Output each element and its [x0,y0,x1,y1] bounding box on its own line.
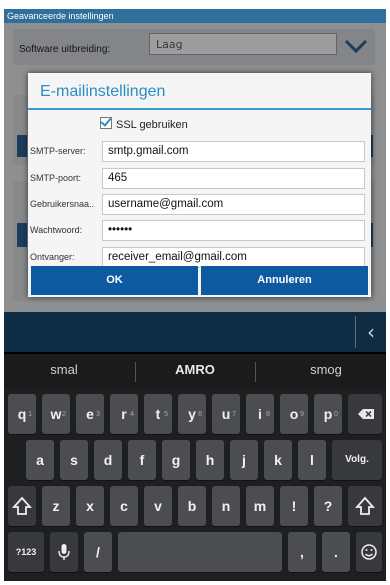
keyboard: 1q 2w 3e 4r 5t 6y 7u 8i 9o 0p a s d f g … [4,388,386,581]
key-label: w [50,406,62,422]
key-number: 2 [62,411,66,418]
key[interactable]: 2w [42,394,70,434]
suggestion-item[interactable]: AMRO [135,354,255,388]
key[interactable]: b [178,486,206,526]
key[interactable]: z [42,486,70,526]
smtp-port-field[interactable]: 465 [102,168,365,189]
key-number: 1 [28,411,32,418]
smtp-port-row: SMTP-poort: 465 [30,168,367,190]
key-label: u [221,406,231,422]
key[interactable]: 8i [246,394,274,434]
key[interactable]: 1q [8,394,36,434]
suggestion-bar: smal AMRO smog [4,354,386,388]
key[interactable]: 4r [110,394,138,434]
dialog-title: E-mailinstellingen [40,83,166,100]
key[interactable]: ? [314,486,342,526]
username-field[interactable]: username@gmail.com [102,194,365,215]
key-number: 5 [164,411,168,418]
cancel-button[interactable]: Annuleren [201,266,368,295]
smtp-server-row: SMTP-server: smtp.gmail.com [30,141,367,163]
smiley-icon [361,544,377,560]
smtp-server-field[interactable]: smtp.gmail.com [102,141,365,162]
ssl-label: SSL gebruiken [116,119,188,131]
key[interactable]: m [246,486,274,526]
key-number: 9 [300,411,304,418]
key[interactable]: 0p [314,394,342,434]
key[interactable]: h [196,440,224,480]
key-number: 0 [334,411,338,418]
space-bar[interactable] [118,532,282,572]
username-row: Gebruikersnaa.. username@gmail.com [30,194,367,216]
password-field[interactable]: •••••• [102,220,365,241]
key-label: y [188,406,196,422]
key[interactable]: x [76,486,104,526]
title-divider [28,108,371,110]
key[interactable]: s [60,440,88,480]
recipient-label: Ontvanger: [30,252,75,262]
screen-title: Geavanceerde instellingen [4,9,386,23]
key-number: 4 [130,411,134,418]
key-number: 6 [198,411,202,418]
key[interactable]: d [94,440,122,480]
key[interactable]: g [162,440,190,480]
key[interactable]: 3e [76,394,104,434]
key-label: i [258,406,262,422]
emoji-key[interactable] [356,532,382,572]
key[interactable]: f [128,440,156,480]
key-label: p [323,406,333,422]
slash-key[interactable]: / [84,532,112,572]
key[interactable]: j [230,440,258,480]
symbols-key[interactable]: ?123 [8,532,44,572]
key[interactable]: l [298,440,326,480]
shift-icon [11,496,33,515]
keyboard-input-bar: ‹ [4,312,386,352]
key-label: o [289,406,299,422]
backspace-key[interactable] [348,394,382,434]
key-number: 7 [232,411,236,418]
key[interactable]: v [144,486,172,526]
ssl-checkbox[interactable]: SSL gebruiken [100,117,188,131]
ok-button[interactable]: OK [31,266,198,295]
shift-icon [354,496,376,515]
key[interactable]: ! [280,486,308,526]
comma-key[interactable]: , [288,532,316,572]
backspace-icon [358,409,374,419]
recipient-field[interactable]: receiver_email@gmail.com [102,247,365,268]
smtp-server-label: SMTP-server: [30,146,86,156]
shift-key[interactable] [8,486,36,526]
key-number: 3 [96,411,100,418]
key-label: e [86,406,94,422]
app-frame: Geavanceerde instellingen Software uitbr… [4,9,386,581]
key[interactable]: 7u [212,394,240,434]
key[interactable]: k [264,440,292,480]
period-key[interactable]: . [322,532,350,572]
smtp-port-label: SMTP-poort: [30,173,82,183]
username-label: Gebruikersnaa.. [30,199,95,209]
checkbox-icon[interactable] [100,117,112,129]
microphone-icon [58,544,70,560]
key[interactable]: 9o [280,394,308,434]
password-row: Wachtwoord: •••••• [30,220,367,242]
suggestion-item[interactable]: smog [266,354,386,388]
key[interactable]: a [26,440,54,480]
microphone-key[interactable] [50,532,78,572]
key[interactable]: 5t [144,394,172,434]
enter-key[interactable]: Volg. [332,440,382,480]
shift-key[interactable] [348,486,382,526]
key[interactable]: 6y [178,394,206,434]
suggestion-item[interactable]: smal [4,354,124,388]
chevron-left-icon[interactable]: ‹ [355,316,386,348]
password-label: Wachtwoord: [30,225,83,235]
key[interactable]: n [212,486,240,526]
divider [255,362,256,382]
key-label: r [121,406,127,422]
key-label: t [155,406,161,422]
key[interactable]: c [110,486,138,526]
key-label: q [17,406,27,422]
email-settings-dialog: E-mailinstellingen SSL gebruiken SMTP-se… [28,73,371,297]
key-number: 8 [266,411,270,418]
